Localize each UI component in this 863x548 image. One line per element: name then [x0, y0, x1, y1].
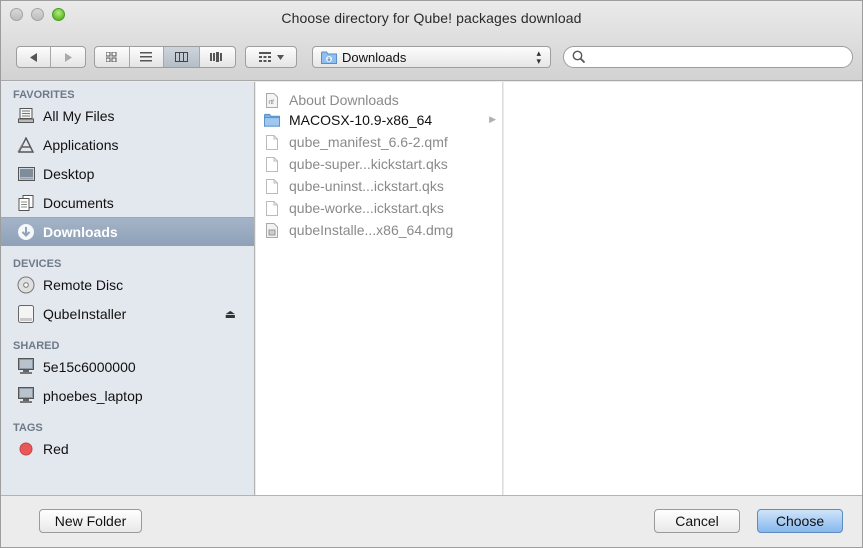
column-view-button[interactable] — [164, 47, 200, 67]
sidebar: FAVORITES All My Files Applications Desk… — [1, 82, 255, 495]
file-name: MACOSX-10.9-x86_64 — [289, 112, 433, 128]
file-item-qubeinstaller-dmg[interactable]: qubeInstalle...x86_64.dmg — [256, 219, 502, 241]
search-icon — [572, 50, 586, 64]
tag-dot-icon — [17, 440, 35, 458]
arrange-menu-icon — [258, 52, 271, 62]
dialog-footer: New Folder Cancel Choose — [1, 495, 862, 547]
sidebar-section-tags: TAGS — [13, 422, 43, 434]
icon-view-button[interactable] — [95, 47, 130, 67]
sidebar-item-label: Remote Disc — [43, 276, 124, 293]
cancel-button[interactable]: Cancel — [654, 509, 740, 533]
sidebar-section-favorites: FAVORITES — [13, 89, 75, 101]
sidebar-item-applications[interactable]: Applications — [1, 130, 254, 159]
file-icon — [264, 200, 280, 216]
nav-buttons — [16, 46, 86, 68]
sidebar-item-label: Downloads — [43, 224, 118, 240]
sidebar-item-phoebes-laptop[interactable]: phoebes_laptop — [1, 381, 254, 410]
file-name: About Downloads — [289, 92, 399, 108]
file-item-qube-uninst-kickstart[interactable]: qube-uninst...ickstart.qks — [256, 175, 502, 197]
file-item-macosx-folder[interactable]: MACOSX-10.9-x86_64 ▶ — [256, 109, 502, 131]
view-mode-control — [94, 46, 236, 68]
file-icon — [264, 134, 280, 150]
file-item-qube-super-kickstart[interactable]: qube-super...kickstart.qks — [256, 153, 502, 175]
sidebar-item-label: Red — [43, 440, 69, 457]
file-column-downloads: rtf About Downloads MACOSX-10.9-x86_64 ▶… — [256, 82, 503, 495]
arrange-menu-button[interactable] — [245, 46, 297, 68]
sidebar-item-qubeinstaller[interactable]: QubeInstaller ⏏ — [1, 299, 254, 328]
svg-text:rtf: rtf — [269, 100, 275, 106]
file-name: qube-super...kickstart.qks — [289, 156, 448, 172]
file-name: qube-uninst...ickstart.qks — [289, 178, 444, 194]
sidebar-section-shared: SHARED — [13, 340, 60, 352]
new-folder-button[interactable]: New Folder — [39, 509, 142, 533]
sidebar-item-label: 5e15c6000000 — [43, 358, 136, 375]
titlebar: Choose directory for Qube! packages down… — [1, 1, 862, 81]
list-view-icon — [140, 52, 153, 62]
file-dialog-window: Choose directory for Qube! packages down… — [0, 0, 863, 548]
sidebar-item-label: Applications — [43, 136, 119, 153]
desktop-icon — [17, 165, 35, 183]
back-arrow-icon — [29, 52, 37, 62]
icon-view-icon — [106, 52, 117, 62]
list-view-button[interactable] — [130, 47, 165, 67]
file-column-empty — [504, 82, 862, 495]
sidebar-section-devices: DEVICES — [13, 258, 62, 270]
sidebar-item-documents[interactable]: Documents — [1, 188, 254, 217]
sidebar-item-desktop[interactable]: Desktop — [1, 159, 254, 188]
computer-icon — [17, 387, 35, 405]
chevron-right-icon: ▶ — [489, 114, 496, 124]
search-input[interactable] — [590, 49, 845, 65]
dmg-file-icon — [264, 222, 280, 238]
folder-icon — [264, 112, 280, 128]
eject-icon[interactable]: ⏏ — [225, 307, 236, 321]
file-name: qube_manifest_6.6-2.qmf — [289, 134, 448, 150]
file-name: qubeInstalle...x86_64.dmg — [289, 222, 454, 238]
column-view-icon — [174, 52, 188, 62]
sidebar-item-label: Desktop — [43, 165, 95, 182]
document-icon: rtf — [264, 92, 280, 108]
sidebar-item-downloads[interactable]: Downloads — [1, 217, 254, 246]
cover-flow-button[interactable] — [200, 47, 235, 67]
location-popup-label: Downloads — [342, 50, 407, 65]
cover-flow-icon — [210, 52, 223, 62]
file-item-about-downloads[interactable]: rtf About Downloads — [256, 91, 502, 109]
documents-icon — [17, 194, 35, 212]
file-name: qube-worke...ickstart.qks — [289, 200, 444, 216]
chevron-down-icon — [276, 54, 284, 60]
popup-arrows-icon: ▴ ▾ — [536, 48, 541, 66]
file-list: rtf About Downloads MACOSX-10.9-x86_64 ▶… — [256, 82, 502, 241]
file-item-qube-manifest[interactable]: qube_manifest_6.6-2.qmf — [256, 131, 502, 153]
location-popup[interactable]: Downloads ▴ ▾ — [312, 46, 551, 68]
sidebar-item-remote-disc[interactable]: Remote Disc — [1, 270, 254, 299]
applications-icon — [17, 136, 35, 154]
sidebar-item-5e15c6000000[interactable]: 5e15c6000000 — [1, 352, 254, 381]
search-field[interactable] — [563, 46, 853, 68]
forward-button[interactable] — [51, 47, 85, 67]
sidebar-item-label: QubeInstaller — [43, 305, 127, 322]
disk-image-icon — [17, 304, 35, 323]
file-item-qube-worker-kickstart[interactable]: qube-worke...ickstart.qks — [256, 197, 502, 219]
computer-icon — [17, 358, 35, 376]
sidebar-item-all-my-files[interactable]: All My Files — [1, 101, 254, 130]
forward-arrow-icon — [65, 52, 72, 62]
sidebar-item-label: All My Files — [43, 107, 115, 124]
all-files-icon — [17, 107, 35, 125]
choose-button[interactable]: Choose — [757, 509, 843, 533]
disc-icon — [17, 276, 35, 294]
downloads-icon — [17, 223, 35, 241]
window-title: Choose directory for Qube! packages down… — [281, 10, 582, 26]
file-icon — [264, 156, 280, 172]
sidebar-item-tag-red[interactable]: Red — [1, 434, 254, 463]
sidebar-item-label: phoebes_laptop — [43, 387, 143, 404]
downloads-folder-icon — [321, 51, 337, 64]
file-icon — [264, 178, 280, 194]
sidebar-item-label: Documents — [43, 194, 114, 211]
back-button[interactable] — [17, 47, 52, 67]
